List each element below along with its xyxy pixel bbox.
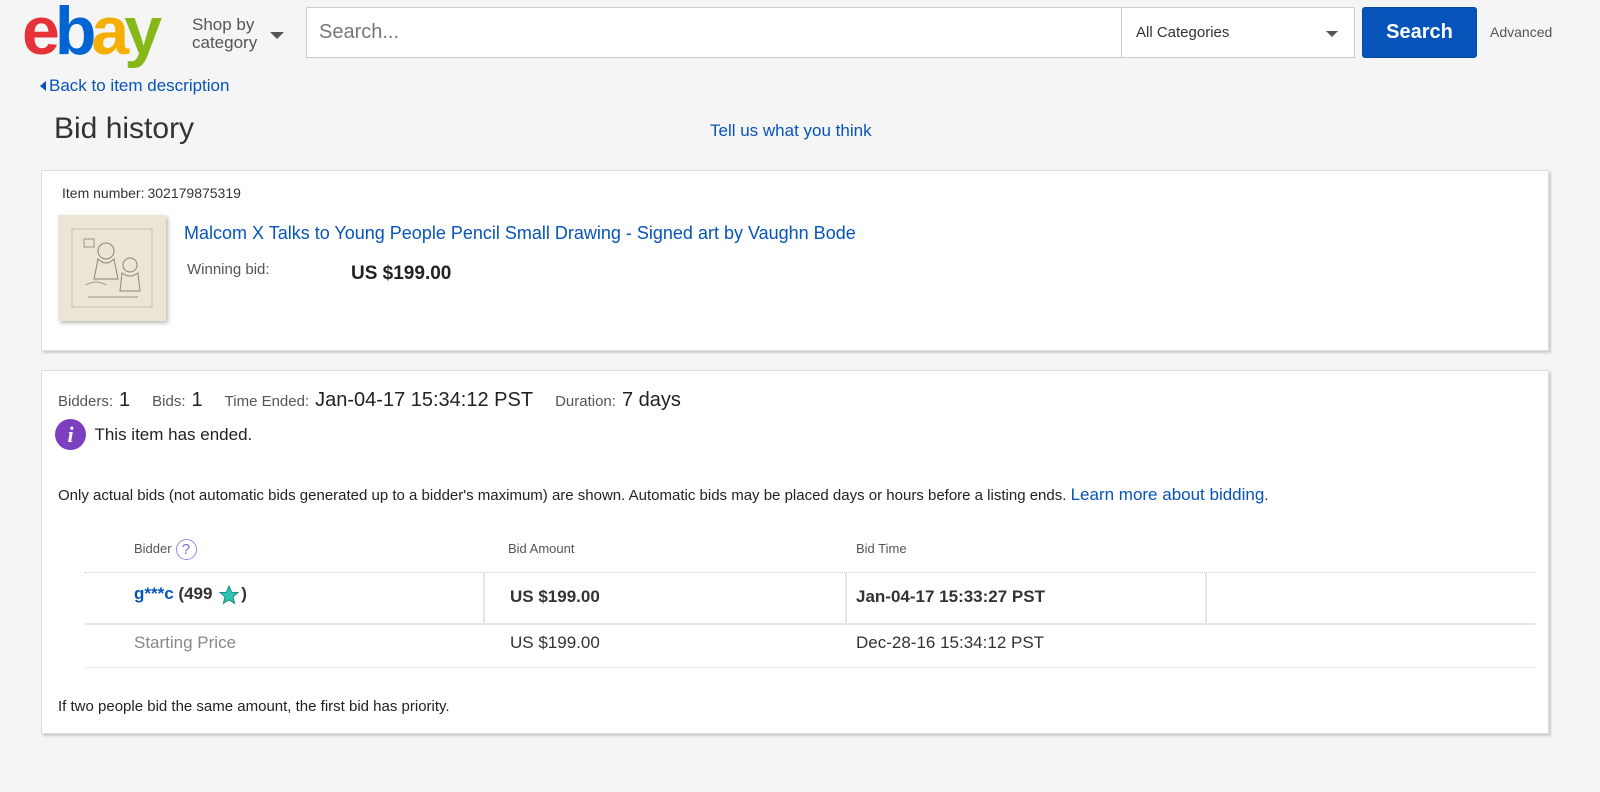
bidder-cell: g***c (499 ) [134, 584, 247, 605]
column-header-bid-amount: Bid Amount [508, 541, 575, 556]
column-header-bid-time: Bid Time [856, 541, 907, 556]
logo-letter-a: a [91, 0, 129, 69]
time-ended-value: Jan-04-17 15:34:12 PST [315, 389, 534, 411]
duration-value: 7 days [621, 389, 681, 411]
tie-bid-footnote: If two people bid the same amount, the f… [58, 698, 450, 715]
starting-price-label: Starting Price [134, 633, 237, 652]
ebay-logo[interactable]: ebay [22, 0, 162, 69]
shop-by-label-line2: category [192, 33, 258, 52]
column-divider [845, 573, 847, 625]
bidding-note: Only actual bids (not automatic bids gen… [58, 485, 1269, 505]
bidders-label: Bidders: [58, 393, 114, 410]
help-icon[interactable]: ? [175, 539, 197, 560]
ended-message: This item has ended. [94, 424, 253, 444]
time-ended-label: Time Ended: [224, 393, 310, 410]
bidding-note-text: Only actual bids (not automatic bids gen… [58, 487, 1067, 504]
bid-time-cell: Jan-04-17 15:33:27 PST [856, 587, 1045, 606]
search-input[interactable] [306, 7, 1122, 58]
category-select[interactable]: All Categories [1121, 7, 1355, 58]
bidding-note-period: . [1264, 487, 1269, 504]
advanced-search-link[interactable]: Advanced [1490, 24, 1552, 40]
bid-summary: Bidders: 1 Bids: 1 Time Ended: Jan-04-17 15:3… [58, 389, 703, 412]
logo-letter-b: b [54, 0, 96, 69]
table-row: g***c (499 ) US $199.00 Jan-04-17 15:33:… [85, 579, 1535, 623]
feedback-link[interactable]: Tell us what you think [710, 121, 872, 141]
table-row: Starting Price US $199.00 Dec-28-16 15:3… [85, 625, 1535, 669]
column-header-bidder-label: Bidder [134, 540, 172, 556]
ended-notice: i This item has ended. [55, 419, 252, 450]
drawing-thumbnail-image [58, 215, 166, 321]
item-number: Item number: 302179875319 [62, 185, 241, 201]
item-card: Item number: 302179875319 Malcom X Talks … [41, 170, 1549, 351]
starting-price-amount: US $199.00 [510, 633, 600, 652]
header: ebay Shop by category All Categories Sea… [0, 0, 1600, 66]
bid-amount-cell: US $199.00 [510, 587, 600, 606]
feedback-score[interactable]: 499 [184, 584, 212, 603]
starting-price-time: Dec-28-16 15:34:12 PST [856, 633, 1045, 652]
logo-letter-y: y [124, 0, 162, 69]
star-icon[interactable] [219, 584, 240, 605]
column-divider [1205, 573, 1207, 625]
logo-letter-e: e [22, 0, 60, 69]
bidder-name-link[interactable]: g***c [134, 584, 174, 603]
chevron-down-icon [270, 32, 284, 39]
bid-details-card: Bidders: 1 Bids: 1 Time Ended: Jan-04-17 15:3… [41, 370, 1549, 734]
bidders-value: 1 [119, 389, 131, 411]
column-divider [483, 573, 485, 625]
page-title: Bid history [54, 112, 195, 145]
chevron-left-icon [40, 80, 46, 91]
duration-label: Duration: [555, 393, 616, 410]
item-number-value: 302179875319 [147, 185, 241, 201]
item-thumbnail[interactable] [58, 215, 166, 321]
search-button[interactable]: Search [1362, 7, 1477, 58]
bids-label: Bids: [152, 393, 186, 410]
bids-value: 1 [191, 389, 203, 411]
winning-bid-label: Winning bid: [187, 261, 270, 278]
item-number-label: Item number: [62, 185, 145, 201]
item-title-link[interactable]: Malcom X Talks to Young People Pencil Sm… [184, 223, 856, 244]
learn-more-bidding-link[interactable]: Learn more about bidding [1071, 485, 1265, 504]
column-header-bidder: Bidder? [134, 539, 197, 560]
back-link-label: Back to item description [49, 76, 230, 95]
shop-by-category-button[interactable]: Shop by category [192, 15, 284, 52]
row-divider [85, 667, 1535, 668]
back-to-item-link[interactable]: Back to item description [40, 76, 229, 96]
info-icon: i [55, 419, 86, 450]
caret-down-icon [1326, 31, 1338, 37]
winning-bid-value: US $199.00 [351, 263, 452, 284]
feedback-close-paren: ) [241, 584, 247, 603]
header-divider [85, 572, 1535, 573]
shop-by-label-line1: Shop by [192, 15, 255, 34]
category-select-value: All Categories [1136, 24, 1230, 41]
